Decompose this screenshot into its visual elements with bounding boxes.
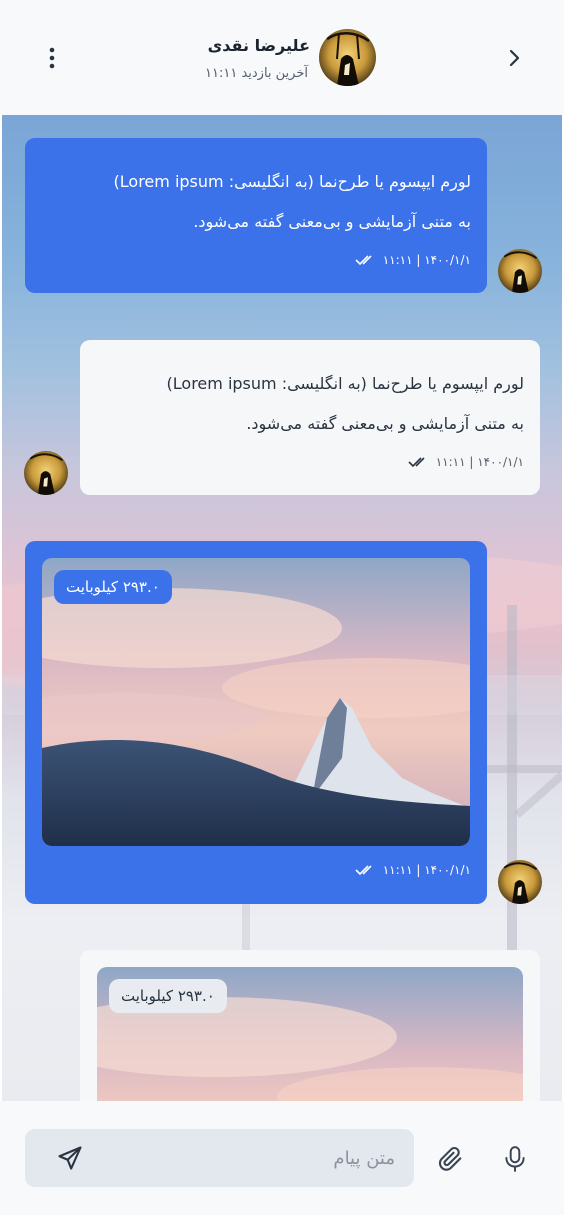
send-button[interactable] (55, 1143, 85, 1173)
back-button[interactable] (500, 44, 528, 72)
attach-button[interactable] (436, 1144, 466, 1174)
message-timestamp: ۱۴۰۰/۱/۱ | ۱۱:۱۱ (435, 455, 524, 469)
message-composer (0, 1101, 564, 1215)
contact-avatar-small[interactable] (24, 451, 68, 495)
paperclip-icon (438, 1146, 462, 1171)
file-size-badge: ۲۹۳.۰ کیلوبایت (109, 979, 227, 1013)
incoming-message[interactable]: لورم ایپسوم یا طرح‌نما (به انگلیسی: Lore… (80, 340, 540, 495)
send-icon (58, 1146, 82, 1170)
sender-avatar[interactable] (498, 860, 542, 904)
message-list[interactable]: لورم ایپسوم یا طرح‌نما (به انگلیسی: Lore… (2, 115, 562, 1101)
chat-header: علیرضا نقدی آخرین بازدید ۱۱:۱۱ (0, 0, 564, 115)
message-meta: ۱۴۰۰/۱/۱ | ۱۱:۱۱ (355, 253, 471, 267)
double-check-icon (355, 255, 372, 266)
file-size-badge: ۲۹۳.۰ کیلوبایت (54, 570, 172, 604)
message-text: لورم ایپسوم یا طرح‌نما (به انگلیسی: Lore… (104, 364, 524, 444)
contact-avatar[interactable] (319, 29, 376, 86)
message-line: به متنی آزمایشی و بی‌معنی گفته می‌شود. (193, 212, 471, 231)
message-line: لورم ایپسوم یا طرح‌نما (به انگلیسی: Lore… (113, 172, 471, 191)
message-line: به متنی آزمایشی و بی‌معنی گفته می‌شود. (246, 414, 524, 433)
contact-name: علیرضا نقدی (207, 36, 310, 55)
chat-screen: علیرضا نقدی آخرین بازدید ۱۱:۱۱ لورم ایپس… (0, 0, 564, 1215)
message-timestamp: ۱۴۰۰/۱/۱ | ۱۱:۱۱ (382, 253, 471, 267)
message-line: لورم ایپسوم یا طرح‌نما (به انگلیسی: Lore… (166, 374, 524, 393)
outgoing-message[interactable]: لورم ایپسوم یا طرح‌نما (به انگلیسی: Lore… (25, 138, 487, 293)
outgoing-image-message[interactable]: ۲۹۳.۰ کیلوبایت ۱۴۰۰/۱/۱ | ۱۱:۱۱ (25, 541, 487, 904)
message-image[interactable]: ۲۹۳.۰ کیلوبایت (97, 967, 523, 1101)
message-text: لورم ایپسوم یا طرح‌نما (به انگلیسی: Lore… (51, 162, 471, 242)
message-meta: ۱۴۰۰/۱/۱ | ۱۱:۱۱ (408, 455, 524, 469)
message-meta: ۱۴۰۰/۱/۱ | ۱۱:۱۱ (355, 863, 471, 877)
voice-message-button[interactable] (500, 1144, 530, 1174)
message-input-container (25, 1129, 414, 1187)
more-menu-button[interactable] (38, 44, 66, 72)
microphone-icon (505, 1146, 525, 1172)
message-input[interactable] (95, 1129, 395, 1187)
last-seen-status: آخرین بازدید ۱۱:۱۱ (205, 66, 308, 81)
message-image[interactable]: ۲۹۳.۰ کیلوبایت (42, 558, 470, 846)
message-timestamp: ۱۴۰۰/۱/۱ | ۱۱:۱۱ (382, 863, 471, 877)
double-check-icon (355, 865, 372, 876)
incoming-image-message[interactable]: ۲۹۳.۰ کیلوبایت (80, 950, 540, 1101)
double-check-icon (408, 457, 425, 468)
more-vertical-icon (49, 47, 55, 69)
sender-avatar[interactable] (498, 249, 542, 293)
chevron-right-icon (509, 49, 520, 67)
